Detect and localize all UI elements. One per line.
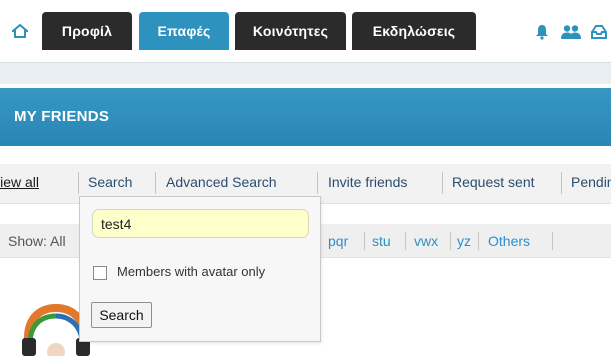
search-button[interactable]: Search <box>91 302 152 328</box>
top-navigation-bar: Προφίλ Επαφές Κοινότητες Εκδηλώσεις <box>0 12 611 50</box>
subtab-search[interactable]: Search <box>88 174 132 190</box>
search-dropdown: Members with avatar only Search <box>79 196 321 342</box>
tab-events-label: Εκδηλώσεις <box>372 23 456 39</box>
subnav-divider <box>442 172 443 194</box>
tab-communities-label: Κοινότητες <box>252 23 329 39</box>
avatar-only-label[interactable]: Members with avatar only <box>117 264 265 279</box>
letter-filter-link[interactable]: pqr <box>328 233 348 249</box>
notifications-button[interactable] <box>532 22 552 42</box>
home-button[interactable] <box>3 12 37 50</box>
filter-divider <box>450 232 451 250</box>
avatar-only-checkbox[interactable] <box>93 266 107 280</box>
filter-divider <box>364 232 365 250</box>
letter-filter-link[interactable]: vwx <box>414 233 438 249</box>
subtab-view-all[interactable]: View all <box>0 174 39 190</box>
filter-divider <box>552 232 553 250</box>
inbox-icon <box>591 25 607 39</box>
tab-contacts[interactable]: Επαφές <box>139 12 229 50</box>
subtab-invite-friends[interactable]: Invite friends <box>328 174 407 190</box>
tab-profile[interactable]: Προφίλ <box>42 12 132 50</box>
tab-profile-label: Προφίλ <box>61 23 113 39</box>
nav-stripe <box>0 62 611 84</box>
subnav-divider <box>317 172 318 194</box>
letter-filter-link[interactable]: Others <box>488 233 530 249</box>
subtab-request-sent[interactable]: Request sent <box>452 174 535 190</box>
subtab-pending[interactable]: Pending <box>571 174 611 190</box>
page: Προφίλ Επαφές Κοινότητες Εκδηλώσεις MY F… <box>0 0 611 356</box>
bell-icon <box>536 25 548 40</box>
filter-divider <box>405 232 406 250</box>
messages-button[interactable] <box>589 22 609 42</box>
home-icon <box>12 24 28 38</box>
page-title: MY FRIENDS <box>14 108 110 125</box>
subnav-divider <box>155 172 156 194</box>
subnav-divider <box>78 172 79 194</box>
section-header: MY FRIENDS <box>0 88 611 146</box>
letter-filter-link[interactable]: stu <box>372 233 391 249</box>
tab-communities[interactable]: Κοινότητες <box>235 12 346 50</box>
search-input[interactable] <box>92 209 309 238</box>
show-filter-label: Show: All <box>8 233 66 249</box>
filter-divider <box>478 232 479 250</box>
top-navigation: Προφίλ Επαφές Κοινότητες Εκδηλώσεις <box>0 0 611 84</box>
tab-contacts-label: Επαφές <box>157 23 211 39</box>
tab-events[interactable]: Εκδηλώσεις <box>352 12 476 50</box>
letter-filter-link[interactable]: yz <box>457 233 471 249</box>
subtab-advanced-search[interactable]: Advanced Search <box>166 174 277 190</box>
subnav-divider <box>561 172 562 194</box>
friends-icon <box>561 25 581 39</box>
friends-requests-button[interactable] <box>559 22 583 42</box>
